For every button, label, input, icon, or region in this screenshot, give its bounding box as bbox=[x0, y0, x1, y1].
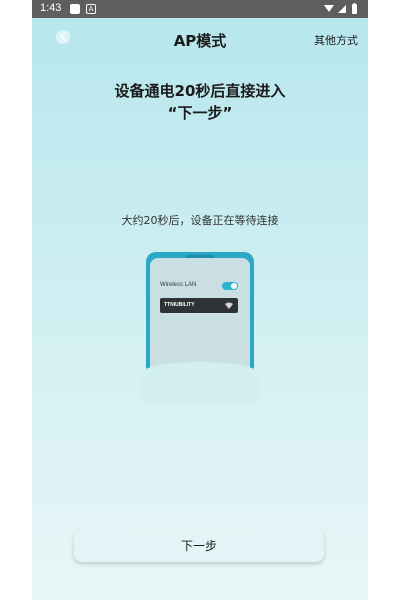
network-name: TTNIUBILITY bbox=[164, 302, 195, 308]
status-time: 1:43 bbox=[40, 2, 62, 14]
next-step-button[interactable]: 下一步 bbox=[74, 530, 324, 562]
app-screen: 1:43 A AP模式 其他方式 设备通电20秒后直接进入 “下一步” 大约20… bbox=[32, 0, 368, 600]
battery-tip bbox=[353, 3, 356, 5]
network-row: TTNIUBILITY bbox=[160, 298, 238, 313]
instruction-line-1: 设备通电20秒后直接进入 bbox=[114, 82, 286, 100]
instruction-line-2: “下一步” bbox=[167, 104, 233, 122]
status-bar: 1:43 A bbox=[32, 0, 368, 18]
battery-icon bbox=[352, 4, 357, 14]
wifi-icon bbox=[225, 302, 233, 309]
signal-icon bbox=[338, 5, 346, 13]
wlan-label: Wireless LAN bbox=[160, 282, 197, 288]
wlan-toggle bbox=[222, 282, 238, 290]
status-icons-svg bbox=[324, 3, 357, 14]
notification-square-icon bbox=[70, 4, 80, 14]
wifi-icon bbox=[324, 5, 334, 12]
illustration-base bbox=[140, 362, 260, 402]
instruction-title: 设备通电20秒后直接进入 “下一步” bbox=[32, 80, 368, 124]
toggle-knob bbox=[231, 283, 237, 289]
waiting-status-text: 大约20秒后，设备正在等待连接 bbox=[121, 214, 279, 227]
phone-illustration: Wireless LAN TTNIUBILITY bbox=[140, 252, 260, 402]
app-a-icon: A bbox=[86, 4, 96, 14]
status-icons bbox=[322, 3, 362, 15]
other-methods-link[interactable]: 其他方式 bbox=[314, 32, 358, 48]
